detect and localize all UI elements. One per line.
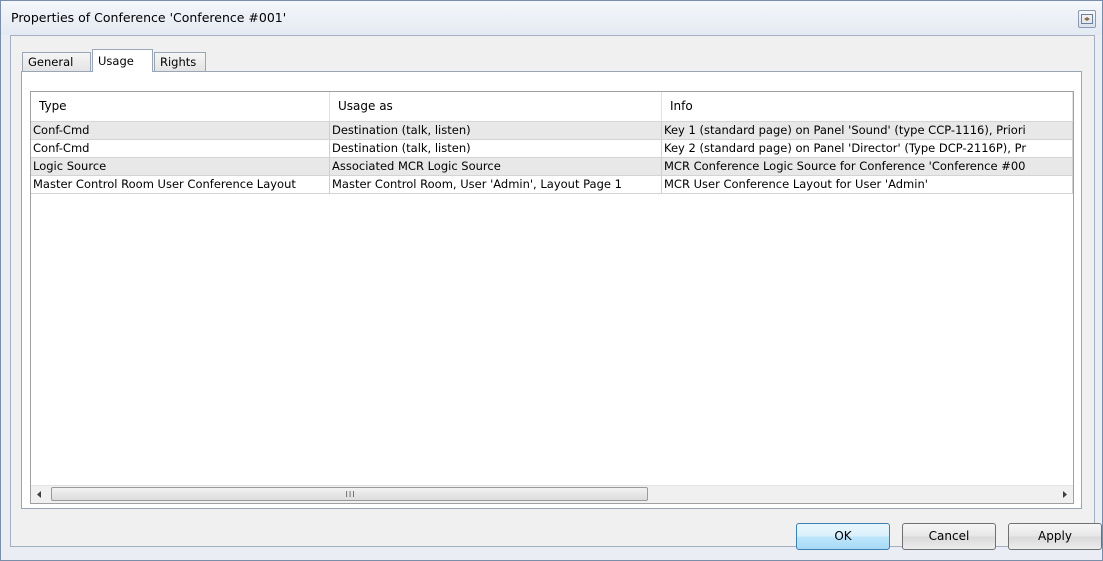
table-body: Conf-Cmd Destination (talk, listen) Key … bbox=[31, 122, 1073, 194]
arrow-right-icon bbox=[1063, 491, 1067, 498]
cell-usage-as: Associated MCR Logic Source bbox=[330, 158, 662, 175]
cell-type: Logic Source bbox=[31, 158, 330, 175]
tab-usage[interactable]: Usage bbox=[92, 49, 153, 72]
table-header: Type Usage as Info bbox=[31, 92, 1073, 122]
column-header-type[interactable]: Type bbox=[31, 92, 330, 121]
scroll-left-button[interactable] bbox=[31, 486, 48, 503]
cell-usage-as: Destination (talk, listen) bbox=[330, 122, 662, 139]
tab-general[interactable]: General bbox=[22, 52, 91, 71]
column-header-usage-as[interactable]: Usage as bbox=[330, 92, 662, 121]
ok-button[interactable]: OK bbox=[796, 523, 890, 550]
scrollbar-thumb[interactable]: III bbox=[51, 487, 648, 501]
usage-table[interactable]: Type Usage as Info Conf-Cmd Destination … bbox=[30, 91, 1074, 504]
tab-rights[interactable]: Rights bbox=[154, 52, 206, 71]
dialog-body: General Usage Rights Type Usage as Info … bbox=[10, 35, 1102, 550]
cell-type: Master Control Room User Conference Layo… bbox=[31, 176, 330, 193]
table-row[interactable]: Master Control Room User Conference Layo… bbox=[31, 176, 1073, 194]
table-row[interactable]: Conf-Cmd Destination (talk, listen) Key … bbox=[31, 140, 1073, 158]
column-header-info[interactable]: Info bbox=[662, 92, 1073, 121]
cell-info: Key 2 (standard page) on Panel 'Director… bbox=[662, 140, 1073, 157]
cell-info: MCR User Conference Layout for User 'Adm… bbox=[662, 176, 1073, 193]
cancel-button[interactable]: Cancel bbox=[902, 523, 996, 550]
scrollbar-grip: III bbox=[345, 490, 356, 499]
window-title: Properties of Conference 'Conference #00… bbox=[11, 10, 287, 25]
arrow-left-icon bbox=[37, 491, 41, 498]
cell-info: Key 1 (standard page) on Panel 'Sound' (… bbox=[662, 122, 1073, 139]
cell-type: Conf-Cmd bbox=[31, 122, 330, 139]
apply-button[interactable]: Apply bbox=[1008, 523, 1102, 550]
cell-usage-as: Master Control Room, User 'Admin', Layou… bbox=[330, 176, 662, 193]
cell-type: Conf-Cmd bbox=[31, 140, 330, 157]
help-button[interactable] bbox=[1078, 10, 1096, 28]
properties-dialog: Properties of Conference 'Conference #00… bbox=[0, 0, 1103, 561]
table-row[interactable]: Conf-Cmd Destination (talk, listen) Key … bbox=[31, 122, 1073, 140]
title-bar: Properties of Conference 'Conference #00… bbox=[1, 1, 1102, 35]
cell-usage-as: Destination (talk, listen) bbox=[330, 140, 662, 157]
horizontal-scrollbar[interactable]: III bbox=[31, 485, 1073, 503]
cell-info: MCR Conference Logic Source for Conferen… bbox=[662, 158, 1073, 175]
scroll-right-button[interactable] bbox=[1056, 486, 1073, 503]
table-row[interactable]: Logic Source Associated MCR Logic Source… bbox=[31, 158, 1073, 176]
help-icon bbox=[1081, 14, 1093, 24]
